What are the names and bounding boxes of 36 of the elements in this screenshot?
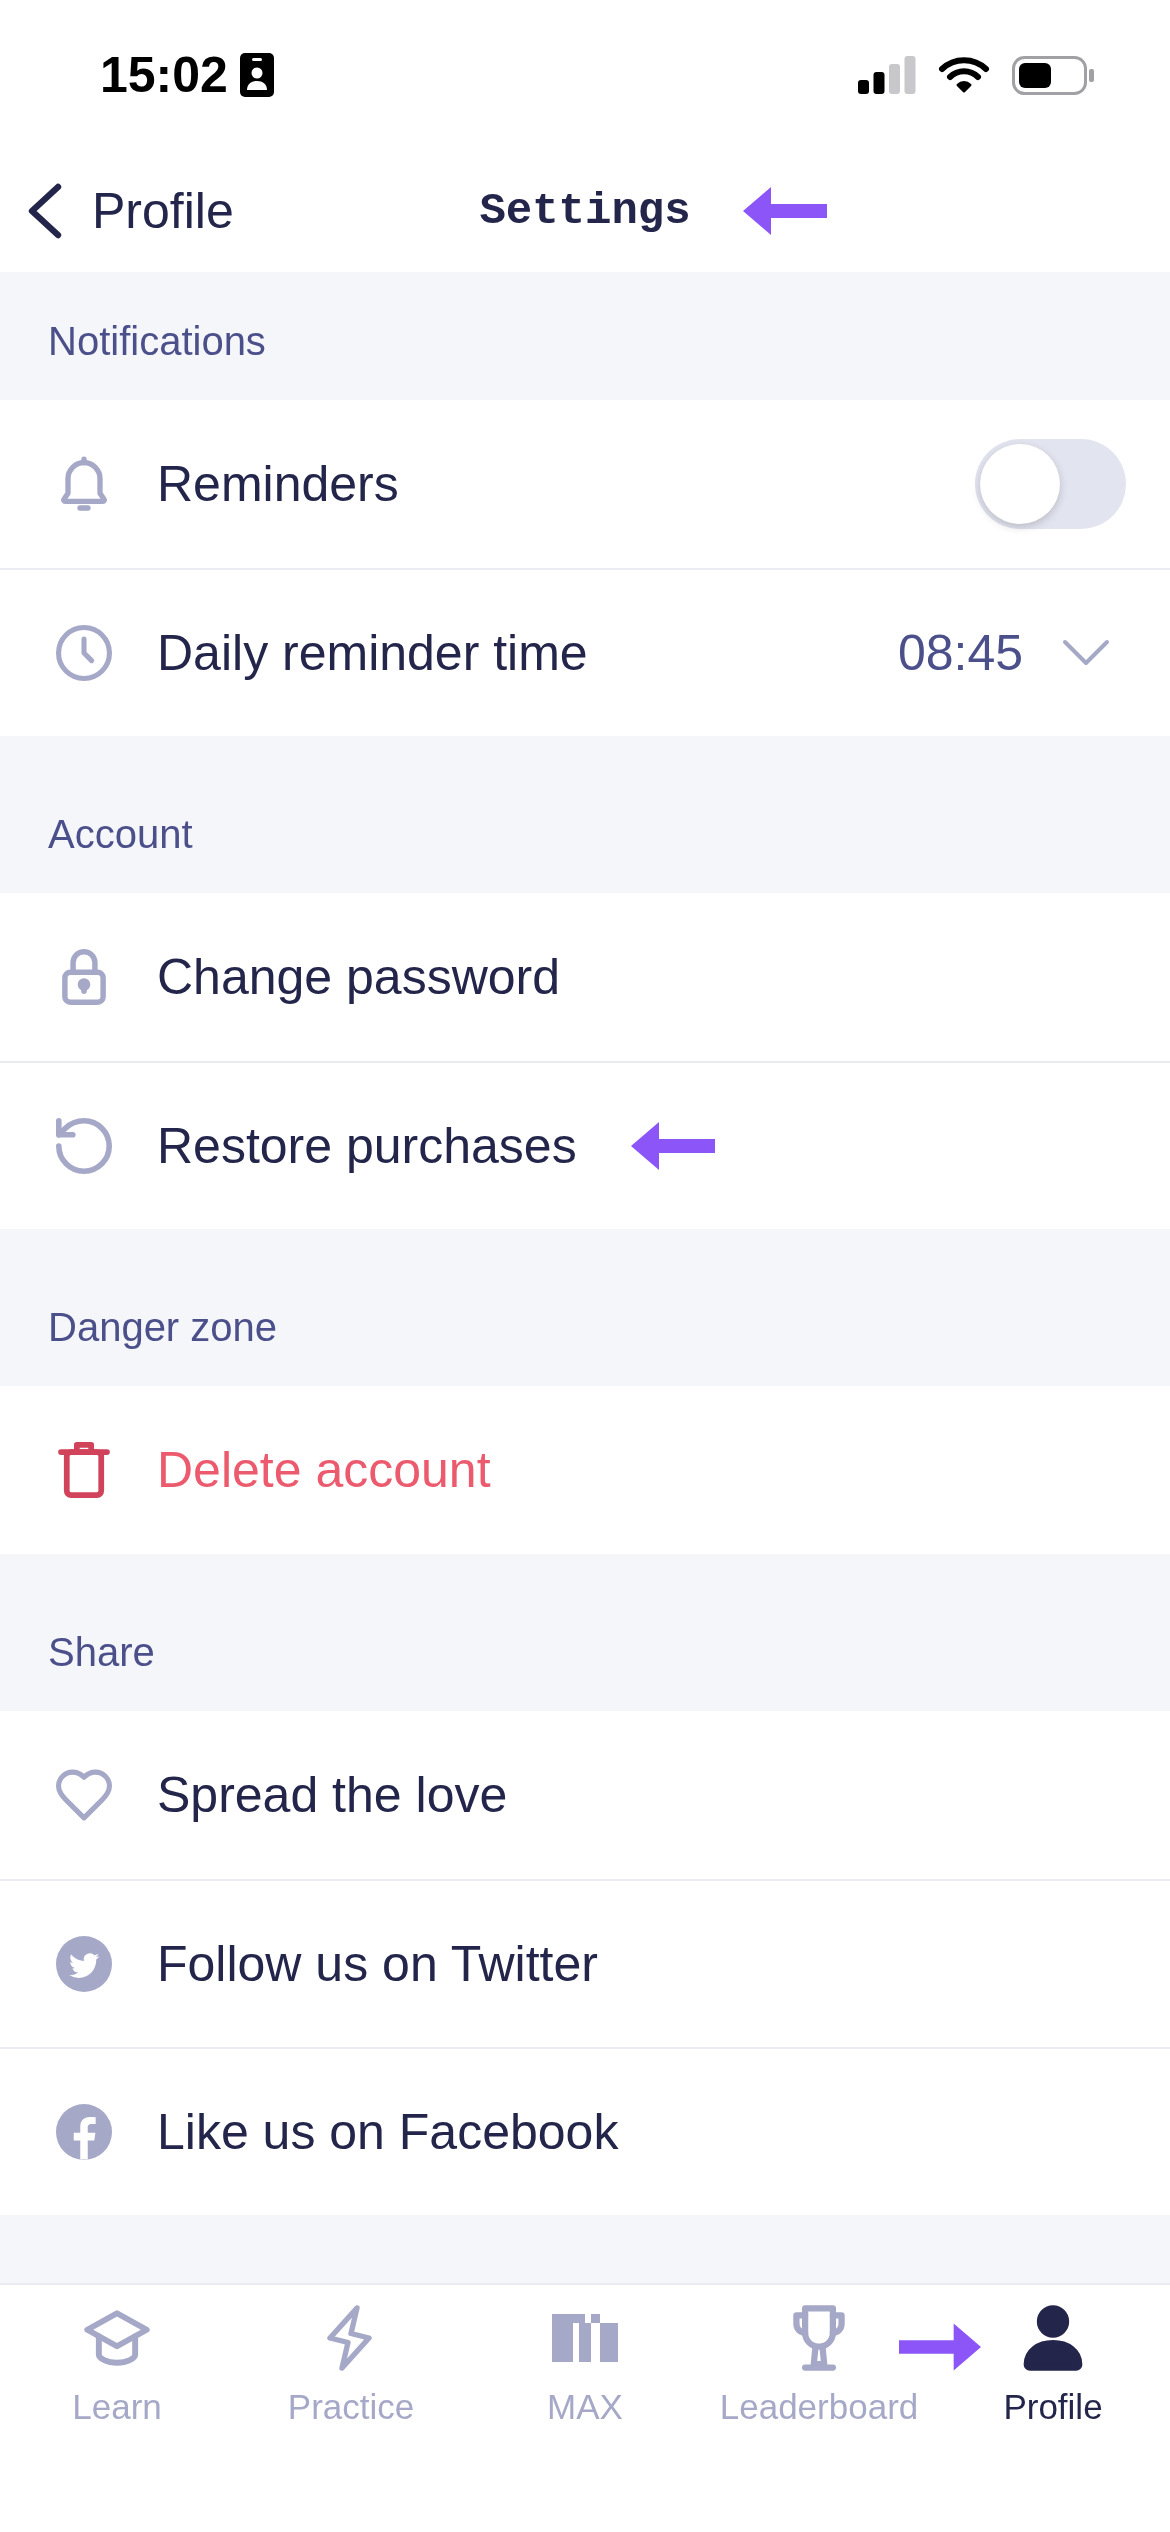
section-title: Danger zone (48, 1304, 278, 1351)
row-label: Follow us on Twitter (157, 1935, 598, 1994)
row-label: Daily reminder time (157, 624, 588, 683)
chevron-left-icon (28, 183, 62, 239)
battery-icon (1012, 55, 1094, 95)
heart-icon (56, 1767, 112, 1823)
restore-icon (56, 1118, 112, 1174)
back-button[interactable]: Profile (28, 181, 234, 241)
section-title: Notifications (48, 318, 266, 365)
bird-icon (56, 1936, 112, 1992)
time-value: 08:45 (897, 624, 1023, 683)
id-badge-icon (239, 53, 274, 97)
row-label: Change password (157, 948, 561, 1007)
status-time: 15:02 (100, 47, 228, 103)
row-label: Spread the love (157, 1766, 508, 1825)
section-title: Account (48, 811, 193, 858)
settings-row[interactable]: Change password (0, 893, 1170, 1061)
tab[interactable]: Profile (936, 2285, 1170, 2427)
wifi-icon (938, 56, 990, 94)
chevron-down-icon (1062, 639, 1110, 667)
settings-row[interactable]: Follow us on Twitter (0, 1879, 1170, 2047)
row-label: Like us on Facebook (157, 2103, 619, 2162)
trash-icon (56, 1442, 112, 1498)
settings-row[interactable]: Restore purchases (0, 1061, 1170, 1229)
settings-row[interactable]: Like us on Facebook (0, 2047, 1170, 2215)
section-title: Share (48, 1629, 155, 1676)
row-label: Delete account (157, 1441, 491, 1500)
row-label: Restore purchases (157, 1117, 577, 1176)
screen-title: Settings (479, 185, 691, 238)
settings-row[interactable]: Daily reminder time 08:45 (0, 568, 1170, 736)
settings-row[interactable]: Spread the love (0, 1711, 1170, 1879)
f-logo-icon (56, 2104, 112, 2160)
signal-icon (858, 56, 916, 94)
row-label: Reminders (157, 455, 399, 514)
clock-icon (56, 625, 112, 681)
settings-row[interactable]: Reminders (0, 400, 1170, 568)
